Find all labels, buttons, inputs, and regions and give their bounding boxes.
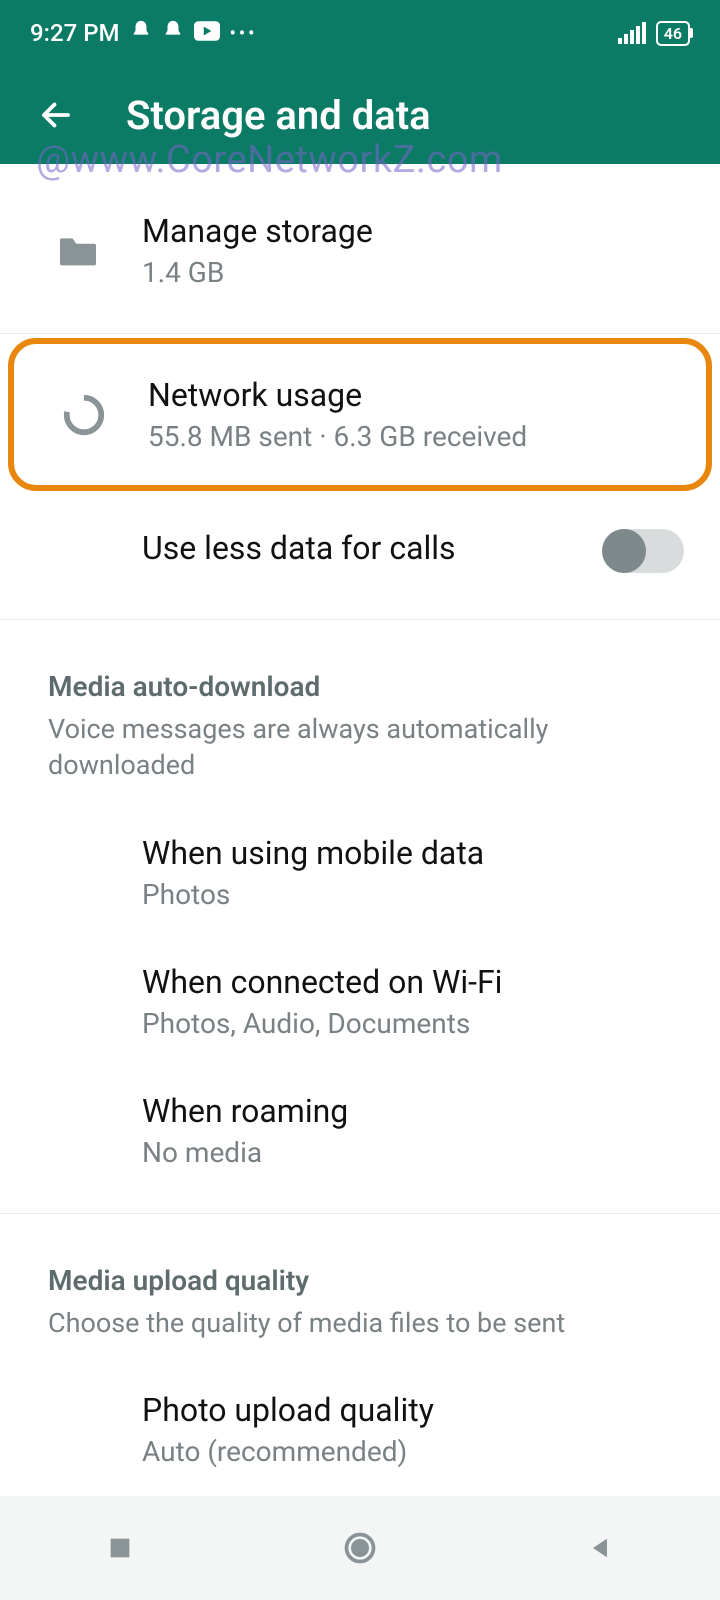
use-less-data-row[interactable]: Use less data for calls [0,505,720,619]
wifi-subtitle: Photos, Audio, Documents [142,1007,684,1040]
network-usage-subtitle: 55.8 MB sent · 6.3 GB received [148,420,670,453]
spacer [50,1402,106,1458]
nav-home-button[interactable] [330,1518,390,1578]
more-icon: ••• [230,23,258,44]
navigation-bar [0,1496,720,1600]
network-usage-title: Network usage [148,376,670,414]
spacer [50,844,106,900]
page-title: Storage and data [126,92,431,139]
section-desc: Choose the quality of media files to be … [48,1305,672,1341]
photo-upload-title: Photo upload quality [142,1391,684,1429]
mobile-data-title: When using mobile data [142,834,684,872]
toggle-knob [602,529,646,573]
wifi-row[interactable]: When connected on Wi-Fi Photos, Audio, D… [0,937,720,1066]
network-usage-row[interactable]: Network usage 55.8 MB sent · 6.3 GB rece… [14,344,706,485]
notification-icon [162,19,184,47]
use-less-data-toggle[interactable] [604,529,684,573]
media-auto-download-section: Media auto-download Voice messages are a… [0,620,720,798]
photo-upload-subtitle: Auto (recommended) [142,1435,684,1468]
spacer [50,973,106,1029]
folder-icon [50,223,106,279]
section-title: Media upload quality [48,1264,672,1297]
manage-storage-row[interactable]: Manage storage 1.4 GB [0,164,720,333]
manage-storage-title: Manage storage [142,212,684,250]
roaming-title: When roaming [142,1092,684,1130]
photo-upload-quality-row[interactable]: Photo upload quality Auto (recommended) [0,1355,720,1494]
settings-list: Manage storage 1.4 GB Network usage 55.8… [0,164,720,1494]
section-title: Media auto-download [48,670,672,703]
nav-recent-button[interactable] [90,1518,150,1578]
data-usage-icon [56,387,112,443]
back-button[interactable] [36,95,76,135]
roaming-subtitle: No media [142,1136,684,1169]
section-desc: Voice messages are always automatically … [48,711,672,784]
media-upload-quality-section: Media upload quality Choose the quality … [0,1214,720,1355]
network-usage-highlight: Network usage 55.8 MB sent · 6.3 GB rece… [8,338,712,491]
roaming-row[interactable]: When roaming No media [0,1066,720,1213]
mobile-data-subtitle: Photos [142,878,684,911]
divider [0,333,720,334]
mobile-data-row[interactable]: When using mobile data Photos [0,798,720,937]
youtube-icon [194,19,220,47]
signal-icon [618,22,646,44]
app-bar: Storage and data [0,66,720,164]
spacer [50,1102,106,1158]
status-time: 9:27 PM [30,19,120,47]
spacer [50,523,106,579]
use-less-data-title: Use less data for calls [142,529,604,567]
nav-back-button[interactable] [570,1518,630,1578]
notification-icon [130,19,152,47]
status-bar: 9:27 PM ••• 46 [0,0,720,66]
battery-icon: 46 [656,21,690,46]
manage-storage-subtitle: 1.4 GB [142,256,684,289]
wifi-title: When connected on Wi-Fi [142,963,684,1001]
